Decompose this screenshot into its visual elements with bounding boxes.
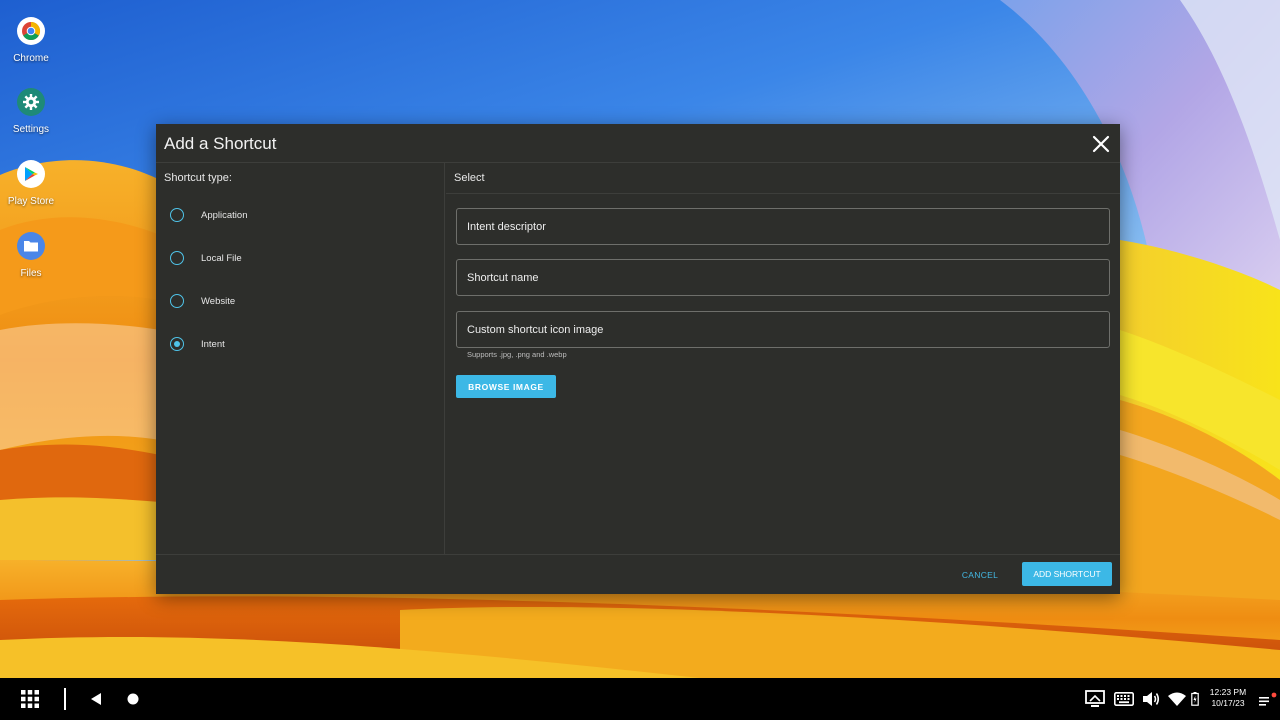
field-placeholder: Custom shortcut icon image [467, 324, 604, 336]
shortcut-type-pane: Shortcut type: Application Local File We… [156, 163, 445, 554]
radio-option-application[interactable]: Application [170, 205, 410, 225]
dialog-footer: CANCEL ADD SHORTCUT [156, 554, 1120, 594]
radio-label: Application [201, 209, 248, 221]
shortcut-name-field[interactable]: Shortcut name [456, 259, 1110, 296]
radio-button[interactable] [170, 251, 184, 265]
field-placeholder: Shortcut name [467, 272, 539, 284]
dialog-title: Add a Shortcut [164, 134, 277, 153]
play-store-icon [17, 160, 45, 188]
radio-label: Local File [201, 252, 242, 264]
shortcut-type-heading: Shortcut type: [164, 172, 232, 184]
volume-icon[interactable] [1141, 689, 1161, 709]
radio-option-intent[interactable]: Intent [170, 334, 410, 354]
field-placeholder: Intent descriptor [467, 221, 546, 233]
select-heading-bar: Select [446, 163, 1120, 194]
radio-option-local-file[interactable]: Local File [170, 248, 410, 268]
back-icon[interactable] [88, 691, 104, 707]
cancel-button[interactable]: CANCEL [952, 563, 1008, 587]
radio-label: Intent [201, 338, 225, 350]
battery-icon[interactable] [1189, 689, 1201, 709]
intent-descriptor-field[interactable]: Intent descriptor [456, 208, 1110, 245]
clock-time: 12:23 PM [1209, 687, 1247, 697]
radio-button[interactable] [170, 208, 184, 222]
radio-label: Website [201, 295, 236, 307]
home-icon[interactable] [125, 691, 141, 707]
clock[interactable]: 12:23 PM 10/17/23 [1202, 687, 1254, 709]
taskbar-separator [64, 688, 66, 710]
custom-icon-image-field[interactable]: Custom shortcut icon image [456, 311, 1110, 348]
add-shortcut-dialog: Add a Shortcut Shortcut type: Applicatio… [156, 124, 1120, 594]
close-icon[interactable] [1090, 133, 1112, 155]
desktop-icon-files[interactable]: Files [0, 232, 62, 279]
radio-option-website[interactable]: Website [170, 291, 410, 311]
radio-button-selected[interactable] [170, 337, 184, 351]
browse-image-button[interactable]: BROWSE IMAGE [456, 375, 556, 398]
screen-cast-icon[interactable] [1084, 688, 1106, 710]
taskbar: 12:23 PM 10/17/23 [0, 678, 1280, 720]
notifications-icon[interactable] [1258, 690, 1278, 708]
desktop-icon-label: Play Store [7, 196, 55, 207]
select-heading: Select [454, 172, 485, 184]
desktop-icon-play-store[interactable]: Play Store [0, 160, 62, 207]
desktop-icon-label: Files [20, 268, 42, 279]
desktop-icon-label: Chrome [13, 53, 49, 64]
chrome-icon [17, 17, 45, 45]
apps-grid-icon[interactable] [20, 689, 40, 709]
gear-icon [17, 88, 45, 116]
supported-formats-hint: Supports .jpg, .png and .webp [467, 350, 567, 359]
add-shortcut-button[interactable]: ADD SHORTCUT [1022, 562, 1112, 586]
dialog-header: Add a Shortcut [156, 124, 1120, 163]
clock-date: 10/17/23 [1211, 698, 1245, 708]
wifi-icon[interactable] [1167, 690, 1187, 708]
desktop-icon-label: Settings [12, 124, 50, 135]
shortcut-details-pane: Select Intent descriptor Shortcut name C… [446, 163, 1120, 554]
desktop-icon-chrome[interactable]: Chrome [0, 17, 62, 64]
radio-button[interactable] [170, 294, 184, 308]
folder-icon [17, 232, 45, 260]
desktop-icon-settings[interactable]: Settings [0, 88, 62, 135]
keyboard-icon[interactable] [1113, 689, 1135, 709]
